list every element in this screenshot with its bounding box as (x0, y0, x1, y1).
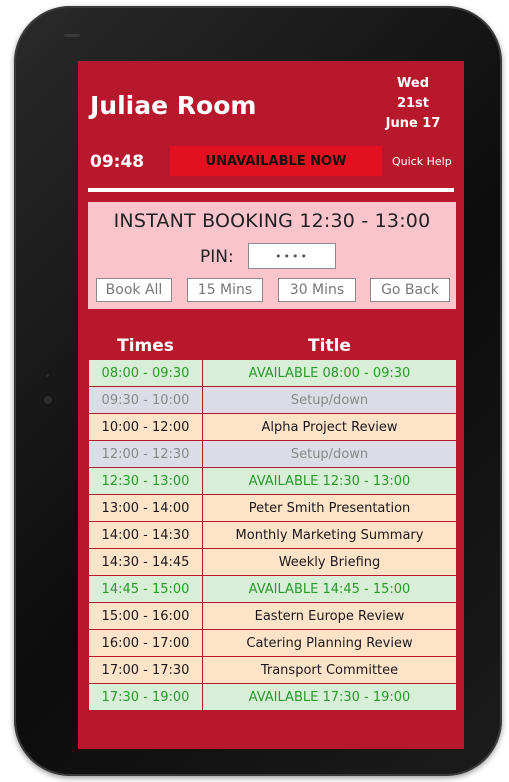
slot-time: 12:30 - 13:00 (88, 467, 203, 495)
room-name: Juliae Room (90, 91, 257, 120)
pin-label: PIN: (200, 247, 234, 267)
slot-time: 14:30 - 14:45 (88, 548, 203, 576)
slot-title: Weekly Briefing (202, 548, 457, 576)
date-number: 21st (396, 96, 430, 111)
current-time: 09:48 (90, 152, 145, 172)
table-row[interactable]: 14:45 - 15:00 AVAILABLE 14:45 - 15:00 (88, 575, 457, 603)
times-column-header: Times (117, 336, 174, 356)
title-column-header: Title (308, 336, 351, 356)
slot-time: 08:00 - 09:30 (88, 359, 203, 387)
go-back-button[interactable]: Go Back (370, 278, 450, 302)
slot-title: AVAILABLE 08:00 - 09:30 (202, 359, 457, 387)
room-display-screen: Juliae Room Wed 21st June 17 09:48 UNAVA… (78, 61, 464, 749)
slot-time: 12:00 - 12:30 (88, 440, 203, 468)
table-row[interactable]: 12:00 - 12:30 Setup/down (88, 440, 457, 468)
slot-time: 10:00 - 12:00 (88, 413, 203, 441)
table-row[interactable]: 14:30 - 14:45 Weekly Briefing (88, 548, 457, 576)
header-divider (88, 188, 454, 192)
table-row[interactable]: 15:00 - 16:00 Eastern Europe Review (88, 602, 457, 630)
instant-booking-panel: INSTANT BOOKING 12:30 - 13:00 PIN: Book … (88, 202, 456, 309)
slot-title: Catering Planning Review (202, 629, 457, 657)
slot-title: AVAILABLE 14:45 - 15:00 (202, 575, 457, 603)
schedule-table: Times Title 08:00 - 09:30 AVAILABLE 08:00… (88, 333, 457, 711)
slot-time: 14:00 - 14:30 (88, 521, 203, 549)
table-row[interactable]: 17:30 - 19:00 AVAILABLE 17:30 - 19:00 (88, 683, 457, 711)
slot-time: 15:00 - 16:00 (88, 602, 203, 630)
table-row[interactable]: 12:30 - 13:00 AVAILABLE 12:30 - 13:00 (88, 467, 457, 495)
slot-time: 09:30 - 10:00 (88, 386, 203, 414)
status-badge: UNAVAILABLE NOW (170, 146, 382, 176)
table-row[interactable]: 09:30 - 10:00 Setup/down (88, 386, 457, 414)
slot-time: 14:45 - 15:00 (88, 575, 203, 603)
slot-title: Eastern Europe Review (202, 602, 457, 630)
date-day: Wed (397, 76, 429, 91)
tablet-speaker-slot (64, 34, 80, 37)
tablet-camera (44, 396, 52, 404)
book-15-mins-button[interactable]: 15 Mins (187, 278, 263, 302)
slot-title: Transport Committee (202, 656, 457, 684)
table-row[interactable]: 08:00 - 09:30 AVAILABLE 08:00 - 09:30 (88, 359, 457, 387)
slot-time: 17:30 - 19:00 (88, 683, 203, 711)
tablet-sensor-dot (46, 374, 49, 377)
table-row[interactable]: 14:00 - 14:30 Monthly Marketing Summary (88, 521, 457, 549)
table-row[interactable]: 13:00 - 14:00 Peter Smith Presentation (88, 494, 457, 522)
slot-title: Monthly Marketing Summary (202, 521, 457, 549)
slot-title: Peter Smith Presentation (202, 494, 457, 522)
slot-time: 13:00 - 14:00 (88, 494, 203, 522)
instant-booking-heading: INSTANT BOOKING 12:30 - 13:00 (113, 210, 431, 232)
slot-title: Setup/down (202, 386, 457, 414)
date-month-year: June 17 (385, 116, 441, 131)
slot-time: 16:00 - 17:00 (88, 629, 203, 657)
slot-time: 17:00 - 17:30 (88, 656, 203, 684)
slot-title: AVAILABLE 17:30 - 19:00 (202, 683, 457, 711)
table-row[interactable]: 10:00 - 12:00 Alpha Project Review (88, 413, 457, 441)
slot-title: Alpha Project Review (202, 413, 457, 441)
pin-input[interactable] (248, 243, 336, 269)
table-row[interactable]: 17:00 - 17:30 Transport Committee (88, 656, 457, 684)
slot-title: AVAILABLE 12:30 - 13:00 (202, 467, 457, 495)
book-30-mins-button[interactable]: 30 Mins (278, 278, 356, 302)
slot-title: Setup/down (202, 440, 457, 468)
tablet-device: Juliae Room Wed 21st June 17 09:48 UNAVA… (14, 6, 502, 776)
table-row[interactable]: 16:00 - 17:00 Catering Planning Review (88, 629, 457, 657)
book-all-button[interactable]: Book All (96, 278, 172, 302)
date-display: Wed 21st June 17 (378, 74, 448, 134)
quick-help-link[interactable]: Quick Help (392, 155, 452, 168)
schedule-header-row: Times Title (89, 333, 457, 360)
